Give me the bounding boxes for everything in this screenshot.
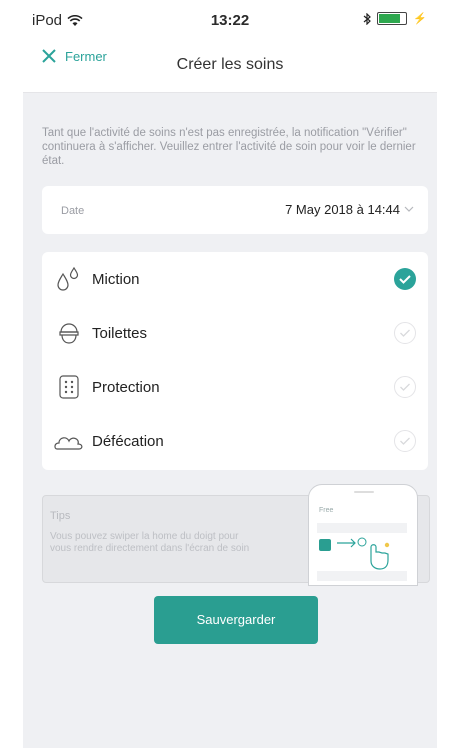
check-icon-checked[interactable] [394,268,416,290]
info-text: Tant que l'activité de soins n'est pas e… [42,127,416,167]
care-item-label: Défécation [92,433,164,450]
care-item-protection[interactable]: Protection [42,360,428,414]
care-item-toilettes[interactable]: Toilettes [42,306,428,360]
status-right: ⚡ [363,12,427,25]
drops-icon [57,266,79,291]
mini-phone-illustration: Free [308,484,418,586]
care-item-label: Protection [92,379,160,396]
care-item-miction[interactable]: Miction [42,252,428,306]
nav-bar: Fermer Créer les soins [23,40,437,93]
save-button[interactable]: Sauvergarder [154,596,318,644]
date-value-text: 7 May 2018 à 14:44 [285,202,400,217]
charging-icon: ⚡ [413,13,427,25]
status-bar: iPod 13:22 ⚡ [23,0,437,40]
check-icon-unchecked[interactable] [394,322,416,344]
check-icon-unchecked[interactable] [394,376,416,398]
care-item-defecation[interactable]: Défécation [42,414,428,468]
date-field[interactable]: Date 7 May 2018 à 14:44 [42,186,428,234]
mini-phone-label: Free [319,507,334,514]
toilet-icon [59,323,79,344]
page-title: Créer les soins [176,56,284,73]
diaper-icon [59,375,79,399]
date-value: 7 May 2018 à 14:44 [285,202,414,217]
tips-text: Vous pouvez swiper la home du doigt pour… [50,531,250,554]
bluetooth-icon [363,12,372,25]
swipe-hand-icon [337,537,390,570]
mini-phone-tile-icon [319,539,331,551]
app-screen: iPod 13:22 ⚡ Fermer Créer les soins Tant… [23,0,437,748]
chevron-down-icon [404,206,414,212]
cloud-icon [54,437,83,450]
date-label: Date [61,205,85,217]
care-list: Miction Toilettes Protection Défécation [42,252,428,470]
battery-icon [377,12,408,25]
tips-box: Tips Vous pouvez swiper la home du doigt… [42,484,430,586]
care-item-label: Toilettes [92,325,148,342]
check-icon-unchecked[interactable] [394,430,416,452]
care-item-label: Miction [92,271,140,288]
tips-title: Tips [50,510,71,522]
